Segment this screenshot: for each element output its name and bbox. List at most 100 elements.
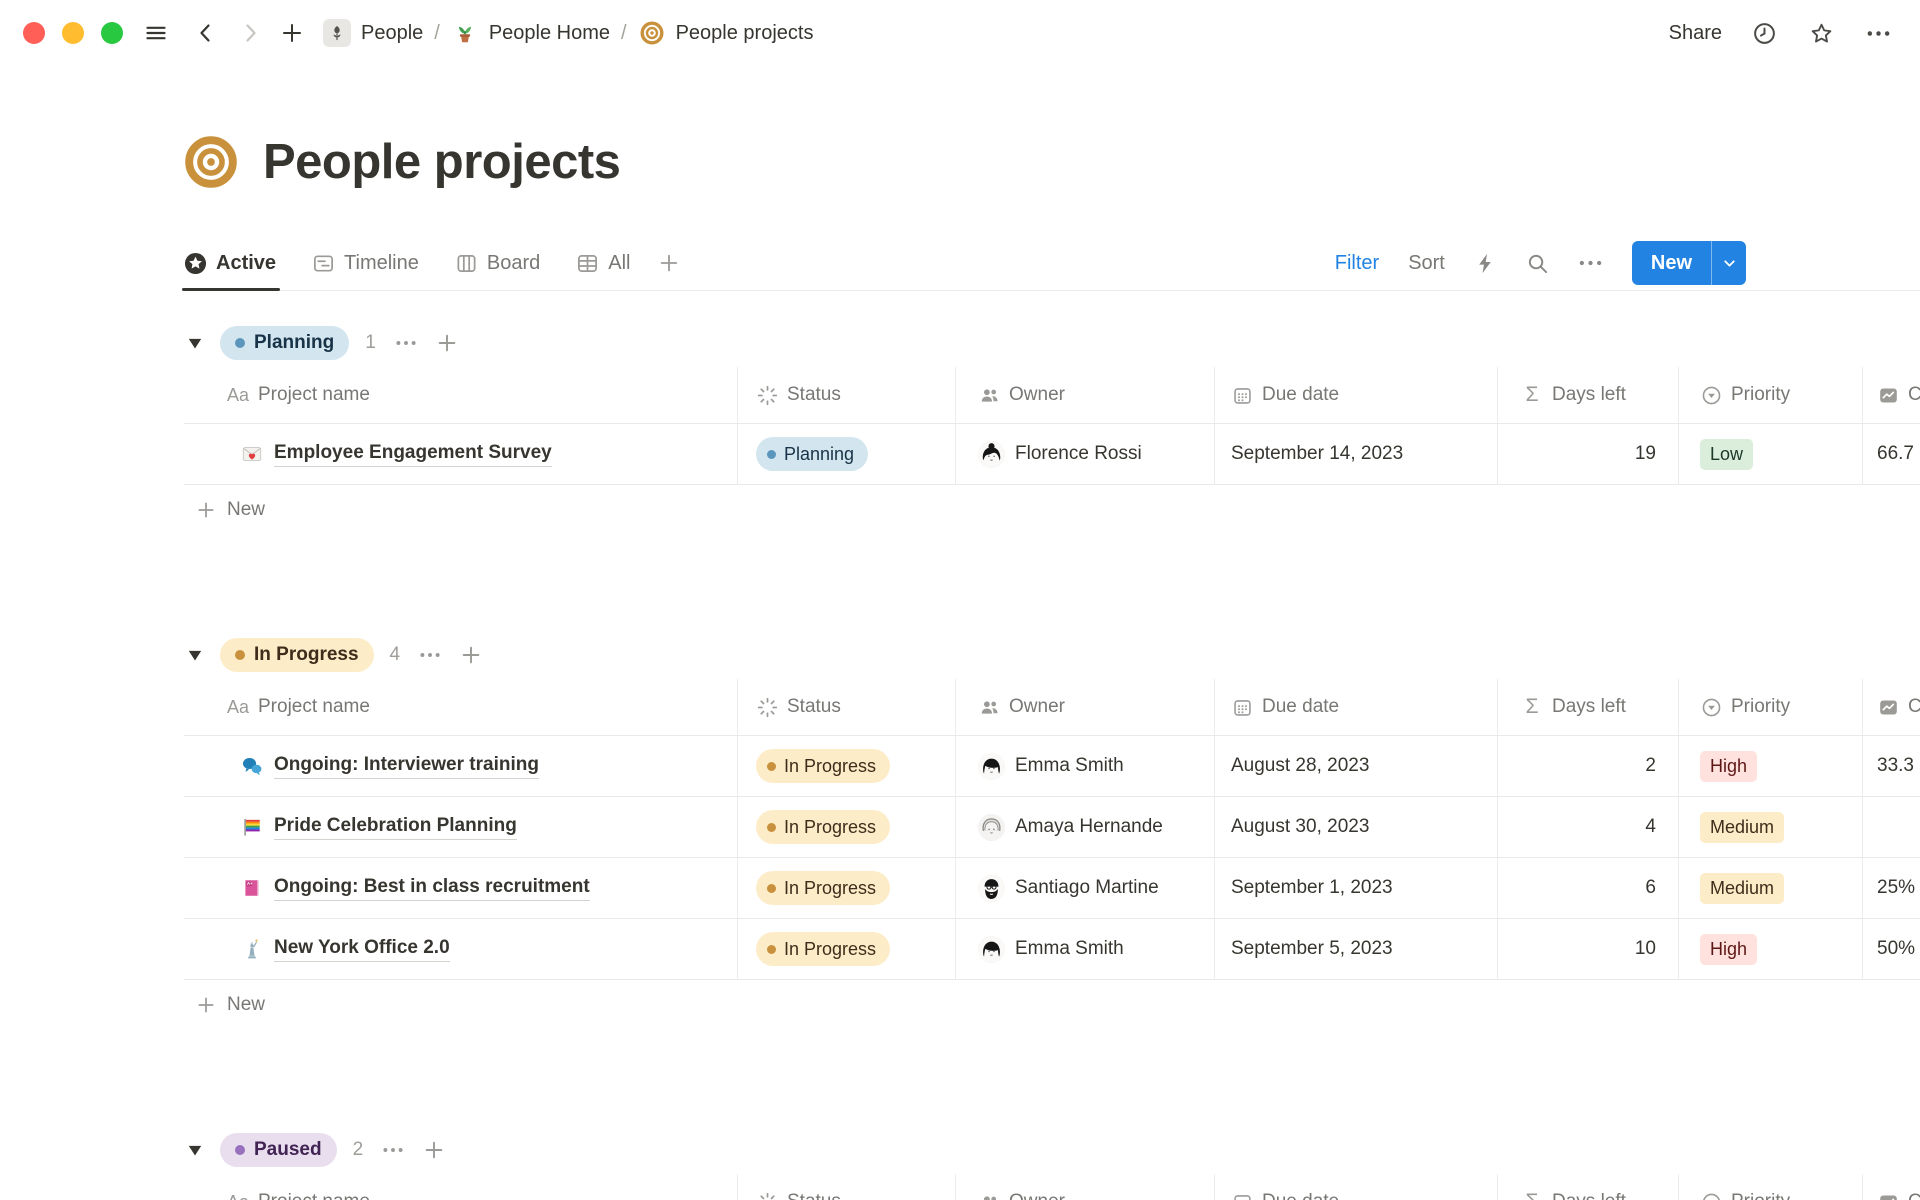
cell-days-left[interactable]: 19 <box>1497 424 1678 484</box>
column-header-project-name[interactable]: AaProject name <box>184 679 737 735</box>
cell-days-left[interactable]: 2 <box>1497 736 1678 796</box>
cell-status[interactable]: In Progress <box>737 919 955 979</box>
more-options-icon[interactable] <box>1863 18 1893 48</box>
cell-priority[interactable]: Medium <box>1678 797 1862 857</box>
priority-tag: Medium <box>1700 812 1784 843</box>
filter-button[interactable]: Filter <box>1335 252 1379 275</box>
cell-project-name[interactable]: New York Office 2.0 <box>184 919 737 979</box>
cell-status[interactable]: In Progress <box>737 736 955 796</box>
cell-due-date[interactable]: September 5, 2023 <box>1214 919 1497 979</box>
zoom-window-button[interactable] <box>101 22 123 44</box>
column-header-c[interactable]: C <box>1862 1174 1920 1200</box>
cell-priority[interactable]: High <box>1678 736 1862 796</box>
group-options-icon[interactable] <box>395 332 417 354</box>
cell-due-date[interactable]: August 30, 2023 <box>1214 797 1497 857</box>
new-row-button[interactable]: New <box>184 980 1920 1030</box>
cell-owner[interactable]: Emma Smith <box>955 736 1214 796</box>
group-add-icon[interactable] <box>423 1139 445 1161</box>
cell-owner[interactable]: Florence Rossi <box>955 424 1214 484</box>
column-header-days-left[interactable]: ΣDays left <box>1497 1174 1678 1200</box>
cell-project-name[interactable]: Employee Engagement Survey <box>184 424 737 484</box>
column-header-days-left[interactable]: ΣDays left <box>1497 367 1678 423</box>
new-button[interactable]: New <box>1632 241 1711 285</box>
column-header-status[interactable]: Status <box>737 679 955 735</box>
sidebar-menu-icon[interactable] <box>141 18 171 48</box>
page-title[interactable]: People projects <box>263 134 620 190</box>
group-options-icon[interactable] <box>382 1139 404 1161</box>
search-icon[interactable] <box>1526 252 1549 275</box>
sort-button[interactable]: Sort <box>1408 252 1445 275</box>
cell-priority[interactable]: Medium <box>1678 858 1862 918</box>
cell-status[interactable]: In Progress <box>737 858 955 918</box>
cell-due-date[interactable]: September 1, 2023 <box>1214 858 1497 918</box>
view-options-icon[interactable] <box>1578 258 1603 268</box>
forward-icon[interactable] <box>235 18 265 48</box>
new-button-chevron-down-icon[interactable] <box>1711 241 1746 285</box>
column-header-days-left[interactable]: ΣDays left <box>1497 679 1678 735</box>
column-header-priority[interactable]: Priority <box>1678 679 1862 735</box>
cell-due-date[interactable]: August 28, 2023 <box>1214 736 1497 796</box>
column-header-owner[interactable]: Owner <box>955 679 1214 735</box>
breadcrumb-item-people[interactable]: People <box>323 19 423 47</box>
cell-project-name[interactable]: Pride Celebration Planning <box>184 797 737 857</box>
breadcrumb-item-people-home[interactable]: People Home <box>451 19 610 47</box>
cell-owner[interactable]: Amaya Hernande <box>955 797 1214 857</box>
table-row: Employee Engagement Survey Planning Flor… <box>184 424 1920 485</box>
cell-days-left[interactable]: 10 <box>1497 919 1678 979</box>
cell-priority[interactable]: High <box>1678 919 1862 979</box>
column-header-c[interactable]: C <box>1862 679 1920 735</box>
favorite-star-icon[interactable] <box>1806 18 1836 48</box>
new-row-button[interactable]: New <box>184 485 1920 535</box>
share-button[interactable]: Share <box>1669 22 1722 45</box>
cell-status[interactable]: In Progress <box>737 797 955 857</box>
column-header-due-date[interactable]: Due date <box>1214 679 1497 735</box>
column-header-owner[interactable]: Owner <box>955 1174 1214 1200</box>
tab-active[interactable]: Active <box>184 236 276 290</box>
cell-status[interactable]: Planning <box>737 424 955 484</box>
collapse-triangle-icon[interactable] <box>188 649 204 662</box>
automation-bolt-icon[interactable] <box>1474 252 1497 275</box>
column-header-project-name[interactable]: AaProject name <box>184 367 737 423</box>
cell-project-name[interactable]: A+Ongoing: Best in class recruitment <box>184 858 737 918</box>
breadcrumb-item-people-projects[interactable]: People projects <box>638 19 814 47</box>
add-view-icon[interactable] <box>658 252 680 274</box>
cell-owner[interactable]: Emma Smith <box>955 919 1214 979</box>
collapse-triangle-icon[interactable] <box>188 1144 204 1157</box>
page-bullseye-icon[interactable] <box>184 135 238 189</box>
column-header-status[interactable]: Status <box>737 367 955 423</box>
minimize-window-button[interactable] <box>62 22 84 44</box>
cell-completion[interactable] <box>1862 797 1920 857</box>
cell-project-name[interactable]: Ongoing: Interviewer training <box>184 736 737 796</box>
column-header-priority[interactable]: Priority <box>1678 367 1862 423</box>
group-name-pill[interactable]: Planning <box>220 326 349 360</box>
cell-completion[interactable]: 50% <box>1862 919 1920 979</box>
tab-board[interactable]: Board <box>455 236 540 290</box>
column-header-project-name[interactable]: AaProject name <box>184 1174 737 1200</box>
group-options-icon[interactable] <box>419 644 441 666</box>
updates-clock-icon[interactable] <box>1749 18 1779 48</box>
collapse-triangle-icon[interactable] <box>188 337 204 350</box>
cell-due-date[interactable]: September 14, 2023 <box>1214 424 1497 484</box>
column-header-due-date[interactable]: Due date <box>1214 1174 1497 1200</box>
column-header-status[interactable]: Status <box>737 1174 955 1200</box>
new-tab-icon[interactable] <box>277 18 307 48</box>
column-header-due-date[interactable]: Due date <box>1214 367 1497 423</box>
column-header-c[interactable]: C <box>1862 367 1920 423</box>
cell-days-left[interactable]: 6 <box>1497 858 1678 918</box>
column-header-priority[interactable]: Priority <box>1678 1174 1862 1200</box>
cell-priority[interactable]: Low <box>1678 424 1862 484</box>
close-window-button[interactable] <box>23 22 45 44</box>
cell-completion[interactable]: 66.7 <box>1862 424 1920 484</box>
group-name-pill[interactable]: Paused <box>220 1133 337 1167</box>
cell-completion[interactable]: 33.3 <box>1862 736 1920 796</box>
group-name-pill[interactable]: In Progress <box>220 638 374 672</box>
column-header-owner[interactable]: Owner <box>955 367 1214 423</box>
tab-all[interactable]: All <box>576 236 630 290</box>
back-icon[interactable] <box>191 18 221 48</box>
cell-days-left[interactable]: 4 <box>1497 797 1678 857</box>
cell-owner[interactable]: Santiago Martine <box>955 858 1214 918</box>
tab-timeline[interactable]: Timeline <box>312 236 419 290</box>
group-add-icon[interactable] <box>460 644 482 666</box>
group-add-icon[interactable] <box>436 332 458 354</box>
cell-completion[interactable]: 25% <box>1862 858 1920 918</box>
